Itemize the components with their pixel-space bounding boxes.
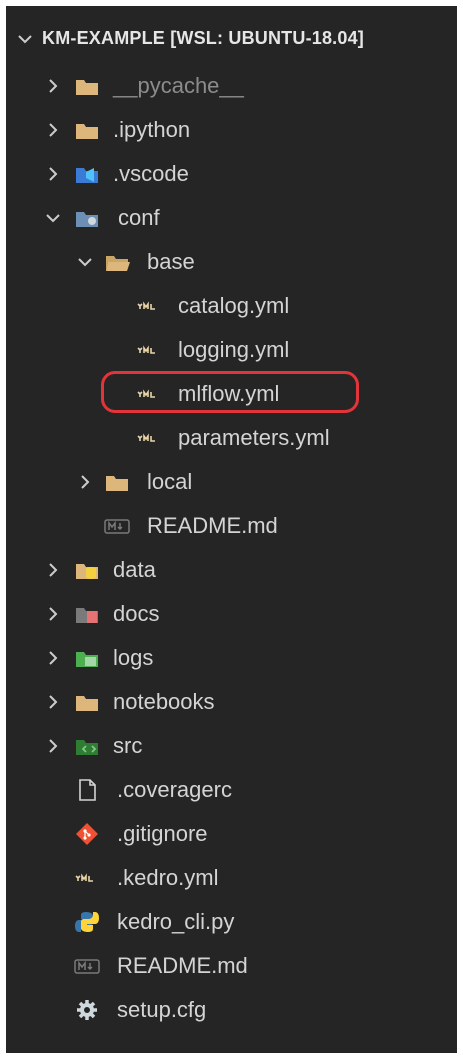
tree-item-kedro-yml[interactable]: .kedro.yml xyxy=(6,860,457,896)
tree-item-vscode[interactable]: .vscode xyxy=(6,156,457,192)
tree-item-label: kedro_cli.py xyxy=(117,909,235,934)
folder-icon xyxy=(76,124,98,139)
tree-item-local[interactable]: local xyxy=(6,464,457,500)
chevron-right-icon xyxy=(49,79,58,93)
tree-item-readme-md-root[interactable]: README.md xyxy=(6,948,457,984)
docs-folder-icon xyxy=(76,608,98,623)
tree-item-label: notebooks xyxy=(113,689,215,714)
tree-item-label: .ipython xyxy=(113,117,191,142)
tree-item-setup-cfg[interactable]: setup.cfg xyxy=(6,992,457,1028)
tree-item-label: src xyxy=(113,733,143,758)
tree-item-label: __pycache__ xyxy=(113,73,244,98)
folder-open-icon xyxy=(106,256,130,271)
yaml-icon xyxy=(75,873,93,882)
tree-item-src[interactable]: src xyxy=(6,728,457,764)
chevron-right-icon xyxy=(49,563,58,577)
chevron-right-icon xyxy=(49,695,58,709)
tree-item-label: parameters.yml xyxy=(178,425,330,450)
tree-item-label: .coveragerc xyxy=(117,777,232,802)
src-folder-icon xyxy=(76,740,98,755)
tree-item-ipython[interactable]: .ipython xyxy=(6,112,457,148)
python-icon xyxy=(75,912,99,932)
tree-item-label: data xyxy=(113,557,156,582)
tree-item-label: .kedro.yml xyxy=(117,865,219,890)
vscode-folder-icon xyxy=(76,168,98,183)
tree-item-label: base xyxy=(147,249,195,274)
tree-item-catalog-yml[interactable]: catalog.yml xyxy=(6,288,457,324)
tree-item-label: docs xyxy=(113,601,160,626)
tree-item-label: README.md xyxy=(117,953,248,978)
chevron-down-icon xyxy=(46,214,60,223)
yaml-icon xyxy=(137,345,155,354)
gear-icon xyxy=(77,1000,97,1020)
tree-item-coveragerc[interactable]: .coveragerc xyxy=(6,772,457,808)
chevron-right-icon xyxy=(49,607,58,621)
tree-item-label: setup.cfg xyxy=(117,997,207,1022)
tree-item-notebooks[interactable]: notebooks xyxy=(6,684,457,720)
chevron-right-icon xyxy=(49,651,58,665)
yaml-icon xyxy=(137,301,155,310)
chevron-down-icon xyxy=(78,258,92,267)
tree-item-label: local xyxy=(147,469,193,494)
file-icon xyxy=(79,779,96,801)
tree-item-label: .gitignore xyxy=(117,821,208,846)
tree-item-label: .vscode xyxy=(113,161,189,186)
tree-item-label: conf xyxy=(118,205,160,230)
chevron-right-icon xyxy=(49,739,58,753)
tree-item-label: logs xyxy=(113,645,154,670)
tree-item-kedro-cli-py[interactable]: kedro_cli.py xyxy=(6,904,457,940)
markdown-icon xyxy=(104,519,130,534)
tree-item-readme-md[interactable]: README.md xyxy=(6,508,457,544)
explorer-panel: KM-EXAMPLE [WSL: UBUNTU-18.04] __pycache… xyxy=(6,6,457,1053)
yaml-icon xyxy=(137,433,155,442)
tree-item-conf[interactable]: conf xyxy=(6,200,457,236)
tree-item-label: logging.yml xyxy=(178,337,290,362)
chevron-down-icon xyxy=(18,35,32,44)
workspace-section-header[interactable]: KM-EXAMPLE [WSL: UBUNTU-18.04] xyxy=(6,24,457,54)
logs-folder-icon xyxy=(76,652,98,667)
tree-item-docs[interactable]: docs xyxy=(6,596,457,632)
workspace-title: KM-EXAMPLE [WSL: UBUNTU-18.04] xyxy=(42,28,365,48)
tree-item-data[interactable]: data xyxy=(6,552,457,588)
tree-item-logs[interactable]: logs xyxy=(6,640,457,676)
highlight-annotation-ring xyxy=(101,371,359,413)
markdown-icon xyxy=(74,959,100,974)
config-folder-icon xyxy=(76,212,98,227)
chevron-right-icon xyxy=(49,123,58,137)
tree-item-parameters-yml[interactable]: parameters.yml xyxy=(6,420,457,456)
tree-item-label: README.md xyxy=(147,513,278,538)
tree-item-label: catalog.yml xyxy=(178,293,290,318)
tree-item-logging-yml[interactable]: logging.yml xyxy=(6,332,457,368)
chevron-right-icon xyxy=(49,167,58,181)
tree-item-base[interactable]: base xyxy=(6,244,457,280)
git-icon xyxy=(76,823,98,845)
chevron-right-icon xyxy=(81,475,90,489)
tree-item-pycache[interactable]: __pycache__ xyxy=(6,68,457,104)
folder-icon xyxy=(76,80,98,95)
database-folder-icon xyxy=(76,564,98,579)
tree-item-gitignore[interactable]: .gitignore xyxy=(6,816,457,852)
folder-icon xyxy=(76,696,98,711)
folder-icon xyxy=(106,476,128,491)
